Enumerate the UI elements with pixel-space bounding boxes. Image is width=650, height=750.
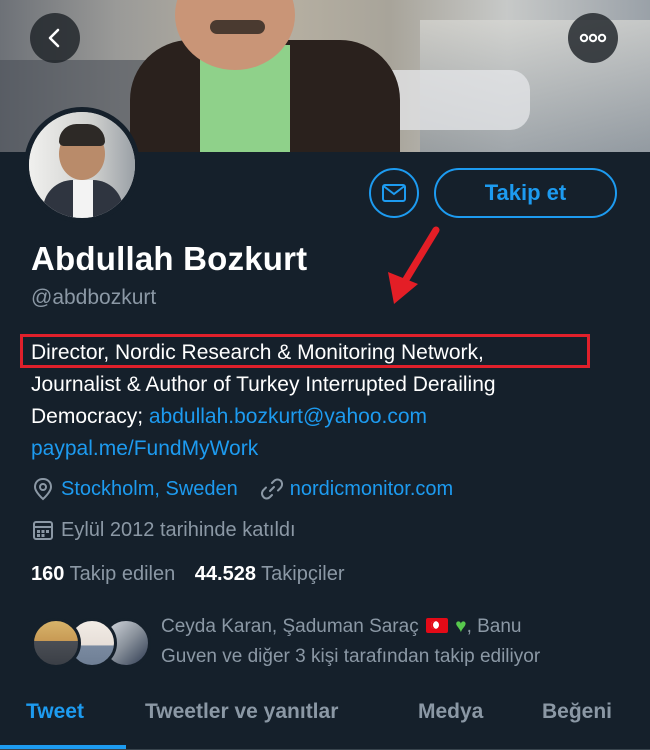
active-tab-indicator xyxy=(0,745,126,749)
following-label: Takip edilen xyxy=(69,563,176,585)
followed-by-names-2: , Banu xyxy=(466,616,522,637)
bio-line-1: Director, Nordic Research & Monitoring N… xyxy=(31,341,484,364)
location-text: Stockholm, Sweden xyxy=(61,477,238,500)
follower-avatar xyxy=(31,618,81,668)
avatar-hair xyxy=(59,124,105,146)
mail-icon xyxy=(382,184,406,202)
follow-button[interactable]: Takip et xyxy=(434,168,617,218)
message-button[interactable] xyxy=(369,168,419,218)
profile-handle: @abdbozkurt xyxy=(31,286,157,309)
followers-label: Takipçiler xyxy=(261,563,345,585)
following-stat[interactable]: 160 Takip edilen xyxy=(31,563,175,585)
bio-line-3-text: Democracy; xyxy=(31,405,149,428)
profile-tabs: Tweet Tweetler ve yanıtlar Medya Beğeni xyxy=(0,692,650,750)
more-options-button[interactable] xyxy=(568,13,618,63)
link-icon xyxy=(260,477,284,501)
chevron-left-icon xyxy=(48,28,60,48)
tab-media[interactable]: Medya xyxy=(418,700,483,724)
turkish-flag-emoji xyxy=(426,618,448,633)
profile-avatar[interactable] xyxy=(24,107,140,223)
bio-line-2: Journalist & Author of Turkey Interrupte… xyxy=(31,373,496,396)
red-arrow-annotation xyxy=(388,226,440,304)
followed-by-row[interactable]: Ceyda Karan, Şaduman Saraç ♥, Banu Guven… xyxy=(31,612,631,672)
followers-stat[interactable]: 44.528 Takipçiler xyxy=(195,563,345,585)
profile-name: Abdullah Bozkurt xyxy=(31,240,308,277)
banner-person-mustache xyxy=(210,20,265,34)
bio-line-3: Democracy; abdullah.bozkurt@yahoo.com xyxy=(31,401,631,433)
location-website-row: Stockholm, Sweden nordicmonitor.com xyxy=(31,477,453,501)
followed-by-text: Ceyda Karan, Şaduman Saraç ♥, Banu Guven… xyxy=(161,612,631,672)
followed-by-names: Ceyda Karan, Şaduman Saraç xyxy=(161,616,419,637)
bio-email-link[interactable]: abdullah.bozkurt@yahoo.com xyxy=(149,405,427,428)
followers-count: 44.528 xyxy=(194,563,256,585)
more-horizontal-icon xyxy=(579,33,607,43)
joined-text: Eylül 2012 tarihinde katıldı xyxy=(61,518,296,541)
profile-bio: Director, Nordic Research & Monitoring N… xyxy=(31,337,631,465)
location-pin-icon xyxy=(31,477,55,501)
tab-tweets-and-replies[interactable]: Tweetler ve yanıtlar xyxy=(145,700,338,724)
calendar-icon xyxy=(31,518,55,542)
tab-tweets[interactable]: Tweet xyxy=(26,700,84,724)
followed-by-line-2: Guven ve diğer 3 kişi tarafından takip e… xyxy=(161,646,541,667)
website-link[interactable]: nordicmonitor.com xyxy=(290,478,453,501)
back-button[interactable] xyxy=(30,13,80,63)
joined-row: Eylül 2012 tarihinde katıldı xyxy=(31,518,296,542)
bio-paypal-link[interactable]: paypal.me/FundMyWork xyxy=(31,433,631,465)
tab-likes[interactable]: Beğeni xyxy=(542,700,612,724)
following-count: 160 xyxy=(31,563,65,585)
avatar-shirt xyxy=(73,180,93,218)
green-heart-emoji: ♥ xyxy=(455,616,467,637)
follow-stats: 160 Takip edilen 44.528 Takipçiler xyxy=(31,563,345,586)
